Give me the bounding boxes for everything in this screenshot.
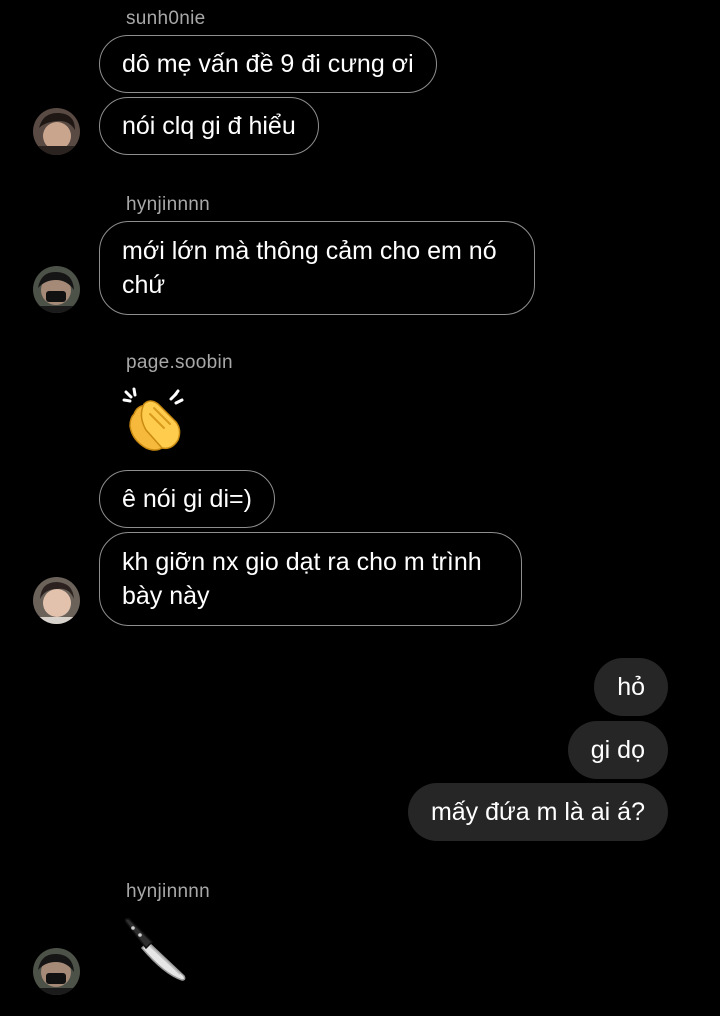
avatar-photo (33, 577, 80, 624)
sender-username[interactable]: hynjinnnn (126, 194, 210, 216)
outgoing-message[interactable]: hỏ (594, 658, 668, 716)
incoming-message[interactable]: nói clq gi đ hiểu (99, 97, 319, 155)
sender-username[interactable]: sunh0nie (126, 8, 206, 30)
avatar[interactable] (33, 948, 80, 995)
sender-username[interactable]: page.soobin (126, 352, 233, 374)
avatar[interactable] (33, 577, 80, 624)
outgoing-message[interactable]: mấy đứa m là ai á? (407, 783, 668, 841)
incoming-message[interactable]: mới lớn mà thông cảm cho em nó chứ (99, 221, 535, 315)
sender-username[interactable]: hynjinnnn (126, 881, 210, 903)
incoming-message[interactable]: dô mẹ vấn đề 9 đi cưng ơi (99, 35, 437, 93)
avatar[interactable] (33, 108, 80, 155)
avatar-photo (33, 266, 80, 313)
clapping-hands-icon[interactable] (120, 386, 192, 458)
incoming-message[interactable]: kh giỡn nx gio dạt ra cho m trình bày nà… (99, 532, 522, 626)
avatar-photo (33, 948, 80, 995)
avatar[interactable] (33, 266, 80, 313)
outgoing-message[interactable]: gi dọ (567, 721, 668, 779)
incoming-message[interactable]: ê nói gi di=) (99, 470, 275, 528)
kitchen-knife-icon[interactable] (120, 914, 192, 986)
avatar-photo (33, 108, 80, 155)
